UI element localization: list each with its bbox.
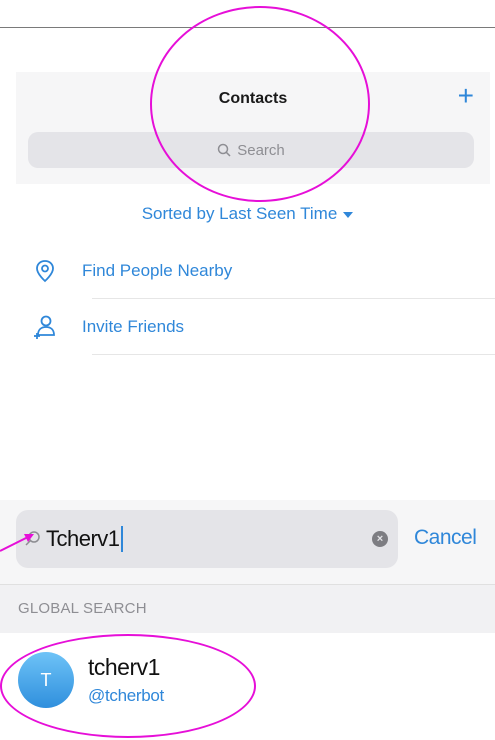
sort-label: Sorted by Last Seen Time <box>141 204 338 223</box>
invite-friends-label: Invite Friends <box>82 317 185 336</box>
search-query: Tcherv1 <box>46 526 120 551</box>
add-person-icon <box>30 312 60 342</box>
find-people-nearby-item[interactable]: Find People Nearby <box>16 248 495 294</box>
page-title: Contacts <box>218 90 288 107</box>
location-pin-icon <box>30 256 60 286</box>
search-header: Tcherv1 × Cancel <box>0 500 495 584</box>
search-result-item[interactable]: T tcherv1 @tcherbot <box>0 632 495 740</box>
search-input[interactable]: Tcherv1 × <box>16 510 398 568</box>
text-cursor <box>120 526 123 552</box>
annotation-arrow <box>0 534 34 552</box>
close-icon[interactable]: × <box>377 533 383 545</box>
divider <box>92 298 495 299</box>
invite-friends-item[interactable]: Invite Friends <box>16 304 495 350</box>
clear-search-button[interactable]: × <box>372 531 388 547</box>
section-header-label: GLOBAL SEARCH <box>18 600 147 617</box>
search-placeholder: Search <box>237 141 285 159</box>
search-icon <box>217 143 231 157</box>
cancel-button[interactable]: Cancel <box>414 526 477 550</box>
sort-selector[interactable]: Sorted by Last Seen Time <box>0 204 495 224</box>
divider <box>92 354 495 355</box>
contacts-header: Contacts + Search <box>16 72 490 184</box>
plus-icon[interactable]: + <box>458 80 474 111</box>
add-contact-button[interactable]: + <box>458 82 474 110</box>
global-search-header: GLOBAL SEARCH <box>0 584 495 633</box>
top-divider <box>0 27 495 28</box>
contacts-search-bar[interactable]: Search <box>28 132 474 168</box>
find-people-nearby-label: Find People Nearby <box>82 261 233 280</box>
result-name: tcherv1 <box>88 654 160 680</box>
result-username: @tcherbot <box>88 686 164 705</box>
avatar: T <box>18 652 74 708</box>
caret-down-icon <box>343 211 354 218</box>
